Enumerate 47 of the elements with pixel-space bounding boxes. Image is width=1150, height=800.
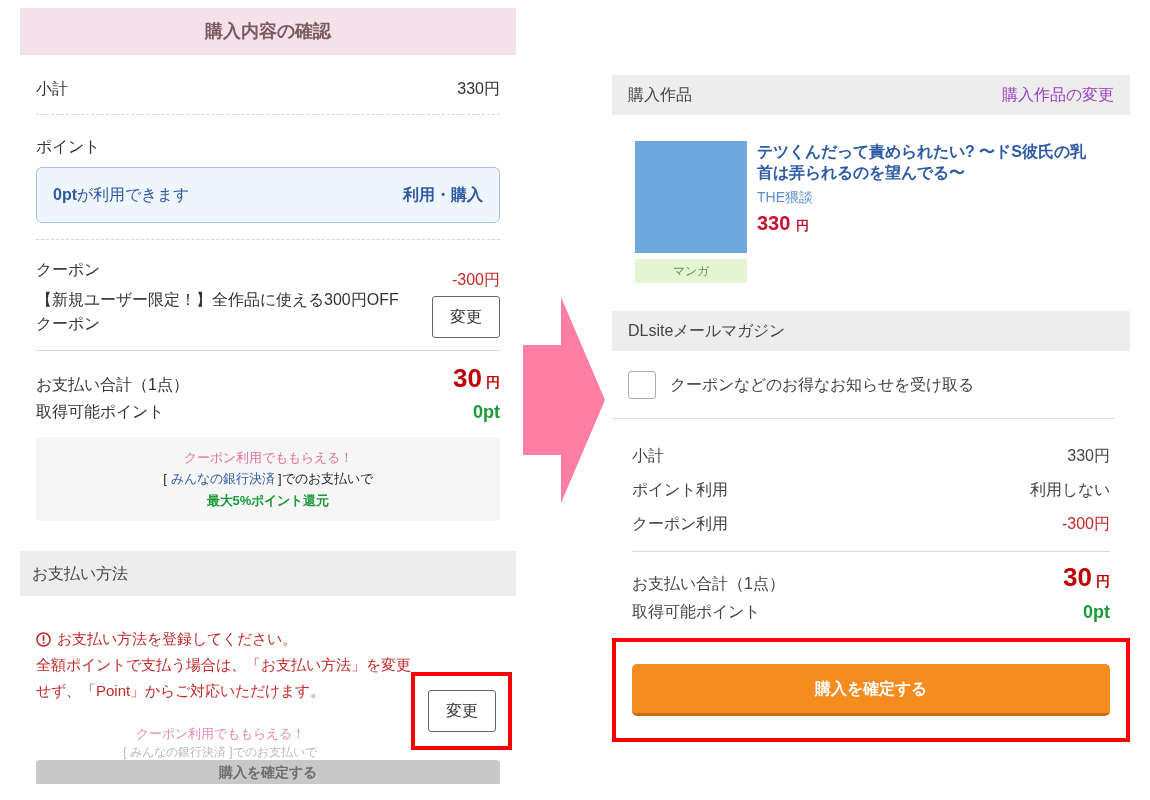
- payment-message: 全額ポイントで支払う場合は、「お支払い方法」を変更せず、「Point」からご対応いただけます。: [36, 655, 411, 701]
- newsletter-label: クーポンなどのお得なお知らせを受け取る: [670, 374, 974, 395]
- total-amount: 30 円: [453, 363, 500, 395]
- coupon-description: 【新規ユーザー限定！】全作品に使える300円OFFクーポン: [36, 290, 400, 334]
- summary-label: ポイント利用: [632, 480, 728, 500]
- points-available-text: 0ptが利用できます: [53, 185, 189, 205]
- summary-value: 330円: [1067, 446, 1110, 466]
- promo-headline: クーポン利用でももらえる！: [183, 448, 353, 467]
- section-header: お支払い方法: [20, 551, 516, 596]
- points-panel[interactable]: 0ptが利用できます 利用・購入: [36, 167, 500, 223]
- total-label: お支払い合計（1点）: [632, 574, 785, 594]
- earned-points-value: 0pt: [1083, 600, 1110, 624]
- promo-bonus: 最大5%ポイント還元: [206, 491, 330, 510]
- summary-label: 小計: [632, 446, 664, 466]
- points-use-link[interactable]: 利用・購入: [403, 183, 483, 207]
- newsletter-checkbox[interactable]: [628, 370, 656, 399]
- genre-tag: マンガ: [635, 259, 747, 283]
- page-title-bar: 購入内容の確認: [20, 8, 516, 55]
- total-label: お支払い合計（1点）: [36, 375, 189, 395]
- payment-warning: お支払い方法を登録してください。: [57, 629, 297, 649]
- summary-label: クーポン利用: [632, 514, 728, 534]
- section-title: 購入作品: [628, 85, 692, 105]
- points-label: ポイント: [36, 137, 101, 157]
- alert-icon: [36, 631, 51, 647]
- earned-points-label: 取得可能ポイント: [632, 602, 760, 622]
- bank-payment-link[interactable]: みんなの銀行決済: [170, 469, 275, 489]
- right-arrow-icon: [523, 297, 605, 503]
- subtotal-value: 330円: [457, 78, 500, 99]
- faded-promo-headline: クーポン利用でももらえる！: [135, 725, 305, 743]
- total-amount: 30 円: [1063, 562, 1110, 594]
- promo-text: ]でのお支払いで: [277, 470, 373, 489]
- coupon-change-button[interactable]: 変更: [432, 296, 500, 338]
- product-title[interactable]: テツくんだって責められたい? 〜ドS彼氏の乳首は弄られるのを望んでる〜: [757, 141, 1097, 183]
- coupon-amount: -300円: [451, 270, 500, 290]
- section-header: DLsiteメールマガジン: [612, 311, 1130, 351]
- subtotal-label: 小計: [36, 78, 68, 99]
- promo-text: [: [163, 470, 168, 489]
- product-price: 330 円: [757, 211, 811, 236]
- earned-points-value: 0pt: [473, 400, 500, 424]
- summary-value: 利用しない: [1030, 480, 1110, 500]
- payment-change-button[interactable]: 変更: [427, 690, 496, 732]
- coupon-label: クーポン: [36, 260, 101, 280]
- circle-name[interactable]: THE猥談: [757, 187, 1097, 208]
- earned-points-label: 取得可能ポイント: [36, 402, 164, 422]
- faded-promo-text: [ みんなの銀行決済 ]でのお支払いで: [123, 743, 317, 760]
- change-works-link[interactable]: 購入作品の変更: [1002, 83, 1114, 107]
- summary-value: -300円: [1061, 514, 1110, 534]
